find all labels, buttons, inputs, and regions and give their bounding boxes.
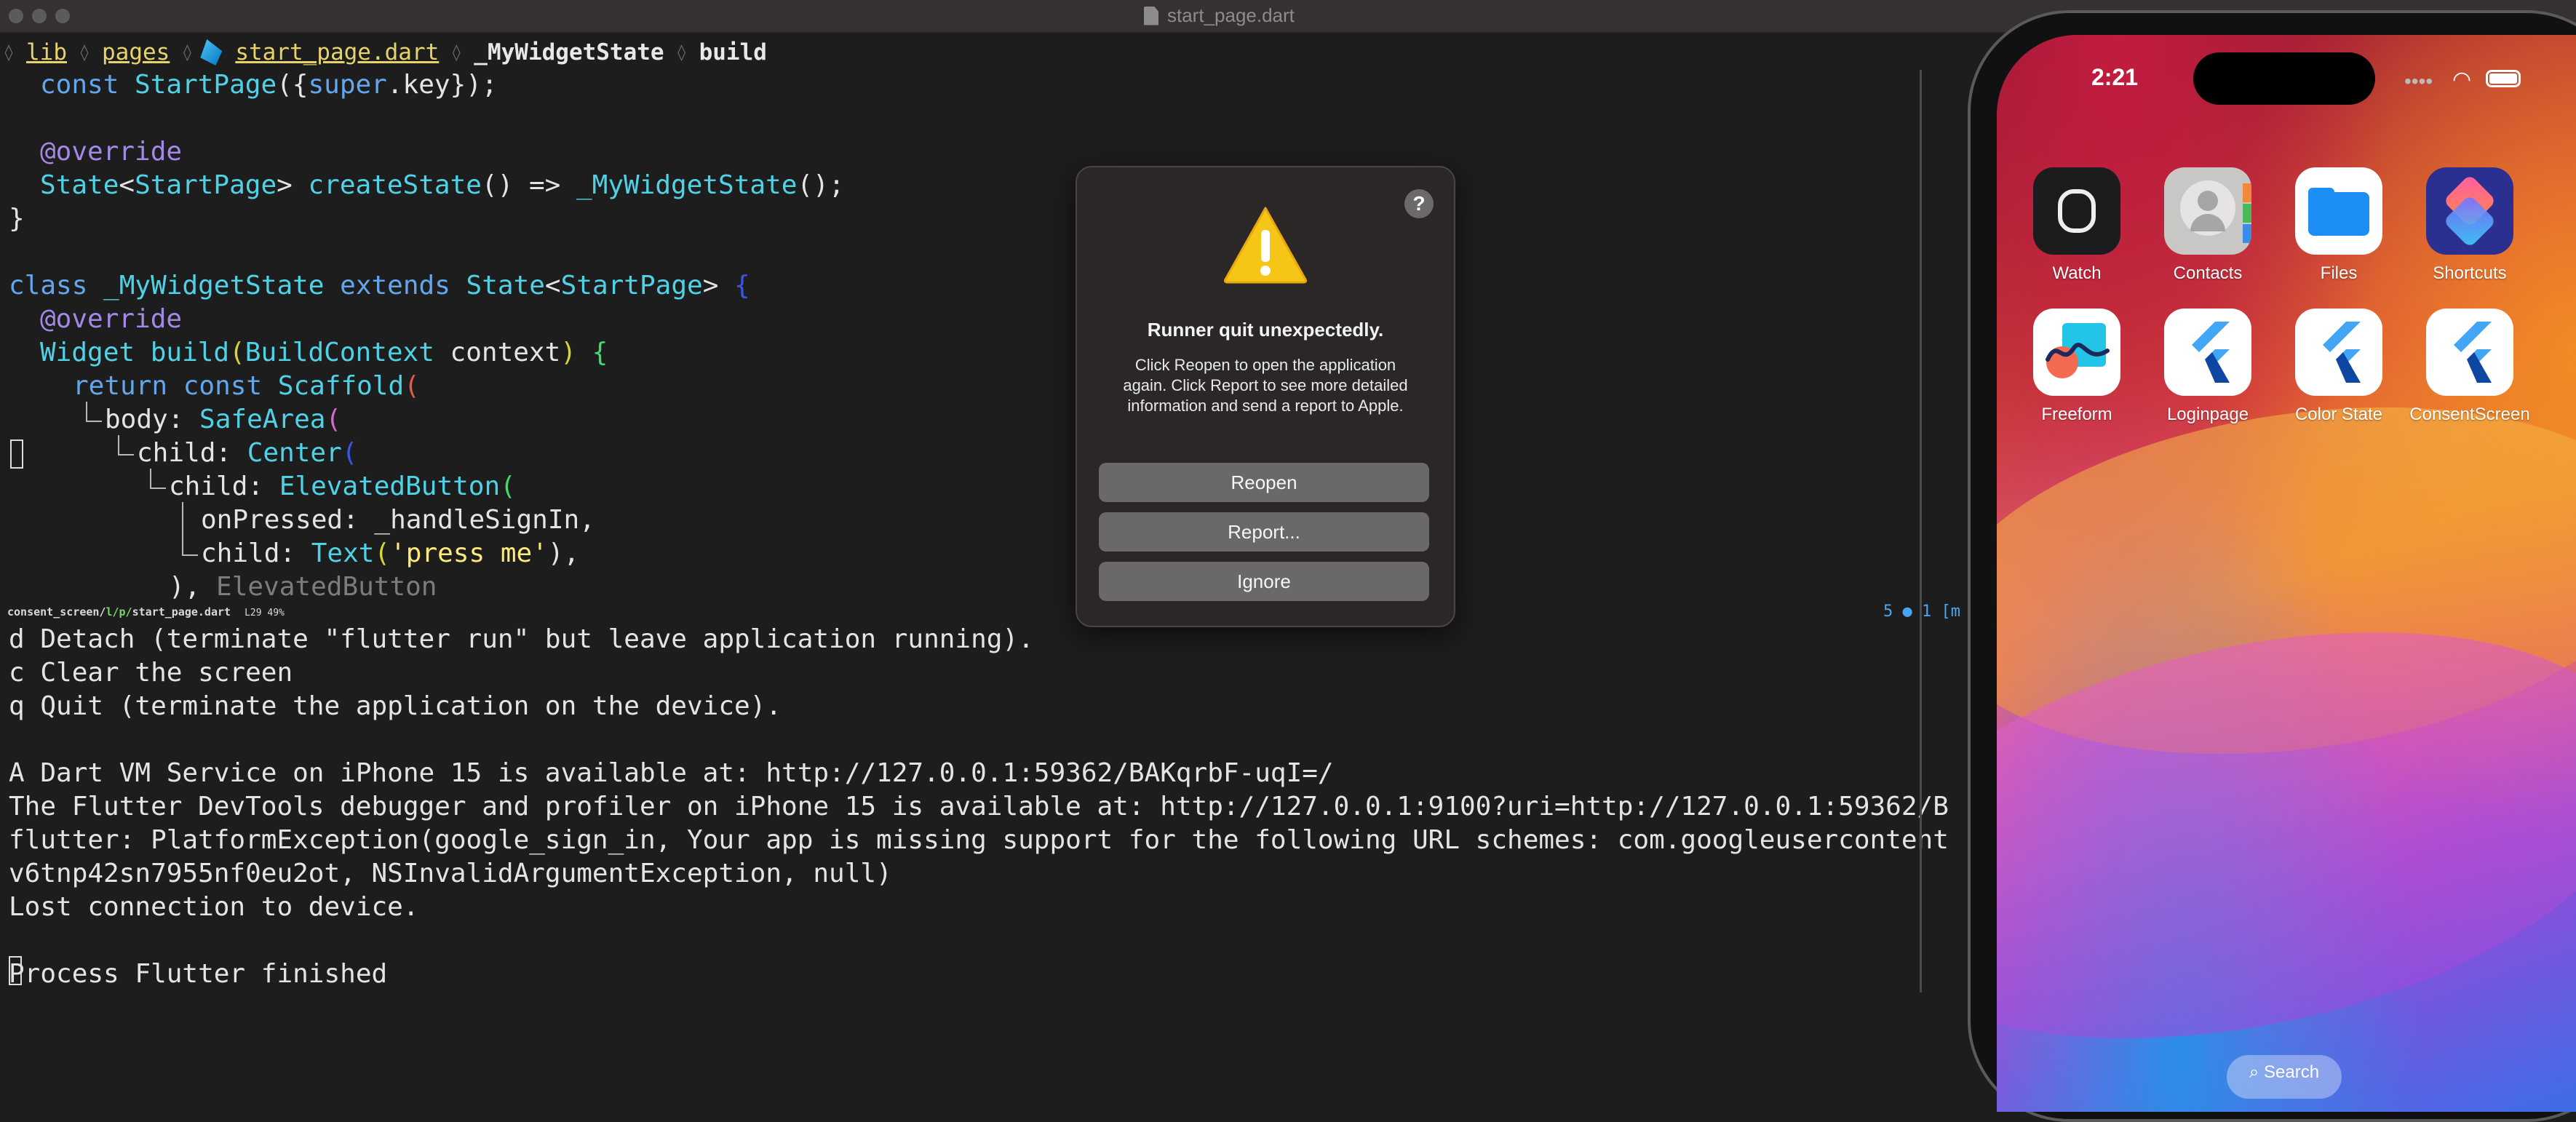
search-icon: ⌕ (2249, 1062, 2259, 1082)
flutter-icon (2295, 309, 2382, 396)
home-search-button[interactable]: ⌕ Search (2227, 1055, 2342, 1099)
contacts-icon (2164, 167, 2251, 255)
dialog-title: Runner quit unexpectedly. (1147, 319, 1384, 341)
terminal-line: A Dart VM Service on iPhone 15 is availa… (9, 758, 1334, 788)
reopen-button[interactable]: Reopen (1099, 463, 1429, 502)
code-line: @override (40, 137, 183, 167)
help-button[interactable]: ? (1404, 189, 1434, 218)
app-contacts[interactable]: Contacts (2142, 167, 2273, 284)
code-line: child: Text('press me'), (201, 538, 580, 568)
status-time: 2:21 (2091, 64, 2139, 90)
code-line: const StartPage({super.key}); (40, 70, 498, 100)
code-line: onPressed: _handleSignIn, (201, 505, 595, 535)
breadcrumb-class[interactable]: _MyWidgetState (465, 39, 672, 65)
close-window-button[interactable] (9, 9, 23, 23)
app-shortcuts[interactable]: Shortcuts (2404, 167, 2535, 284)
breadcrumb-pages[interactable]: pages (93, 39, 178, 65)
app-color-state[interactable]: Color State (2273, 309, 2404, 425)
zoom-window-button[interactable] (55, 9, 70, 23)
terminal-line: c Clear the screen (9, 658, 293, 688)
code-line: body: SafeArea( (105, 405, 342, 434)
split-divider[interactable] (1920, 70, 1922, 992)
indent-guide (118, 435, 134, 455)
dart-file-icon (200, 39, 223, 65)
terminal-line: v6tnp42sn7955nf0eu2ot, NSInvalidArgument… (9, 859, 892, 888)
app-consentscreen[interactable]: ConsentScreen (2404, 309, 2535, 425)
breadcrumb-lib[interactable]: lib (17, 39, 76, 65)
code-line: State<StartPage> createState() => _MyWid… (40, 170, 845, 200)
statusline-path: consent_screen/ (7, 605, 106, 618)
editor-statusline: consent_screen/l/p/start_page.dart L29 4… (7, 602, 1960, 621)
app-files[interactable]: Files (2273, 167, 2404, 284)
terminal-line: flutter: PlatformException(google_sign_i… (9, 825, 1949, 855)
terminal-line: Process Flutter finished (9, 959, 388, 989)
shortcuts-icon (2426, 167, 2513, 255)
flutter-icon (2426, 309, 2513, 396)
breadcrumb: ◊ lib ◊ pages ◊ start_page.dart ◊ _MyWid… (0, 35, 776, 70)
terminal-line: d Detach (terminate "flutter run" but le… (9, 624, 1034, 654)
wifi-icon: ◠ (2452, 67, 2472, 92)
warning-icon (1223, 207, 1308, 284)
indent-guide (182, 502, 198, 556)
code-line: ), ElevatedButton (169, 572, 437, 602)
code-line: @override (40, 304, 183, 334)
separator-icon: ◊ (4, 43, 14, 62)
terminal-cursor (9, 956, 22, 985)
terminal-line: The Flutter DevTools debugger and profil… (9, 792, 1949, 821)
breadcrumb-file[interactable]: start_page.dart (226, 39, 448, 65)
document-icon (1144, 6, 1158, 25)
signal-icon: •••• (2404, 70, 2433, 92)
battery-icon (2486, 70, 2521, 87)
text-cursor (10, 439, 23, 469)
flutter-icon (2164, 309, 2251, 396)
watch-icon (2033, 167, 2120, 255)
code-line: } (9, 204, 25, 234)
separator-icon: ◊ (451, 43, 461, 62)
separator-icon: ◊ (79, 43, 90, 62)
window-title: start_page.dart (1144, 4, 1295, 27)
ignore-button[interactable]: Ignore (1099, 562, 1429, 601)
app-loginpage[interactable]: Loginpage (2142, 309, 2273, 425)
app-watch[interactable]: Watch (2011, 167, 2142, 284)
dynamic-island (2193, 52, 2375, 105)
code-line: return const Scaffold( (73, 371, 420, 401)
app-freeform[interactable]: Freeform (2011, 309, 2142, 425)
indent-guide (86, 402, 102, 422)
code-line: Widget build(BuildContext context) { (40, 338, 608, 367)
report-button[interactable]: Report... (1099, 512, 1429, 552)
code-line: class _MyWidgetState extends State<Start… (9, 271, 750, 301)
dialog-message: Click Reopen to open the application aga… (1123, 356, 1408, 415)
crash-dialog: ? Runner quit unexpectedly. Click Reopen… (1076, 166, 1455, 627)
separator-icon: ◊ (182, 43, 192, 62)
code-editor[interactable]: const StartPage({super.key}); @override … (0, 65, 1921, 604)
files-icon (2295, 167, 2382, 255)
simulator-screen[interactable]: 2:21 •••• ◠ Watch Contacts Files Shortcu… (1997, 35, 2576, 1112)
statusline-position: L29 49% (245, 608, 285, 618)
minimize-window-button[interactable] (32, 9, 47, 23)
code-line: child: Center( (137, 438, 358, 468)
breadcrumb-method[interactable]: build (691, 39, 776, 65)
terminal-line: Lost connection to device. (9, 892, 419, 922)
terminal-line: q Quit (terminate the application on the… (9, 691, 782, 721)
indent-guide (150, 469, 166, 489)
freeform-icon (2033, 309, 2120, 396)
code-line: child: ElevatedButton( (169, 472, 516, 501)
separator-icon: ◊ (676, 43, 687, 62)
